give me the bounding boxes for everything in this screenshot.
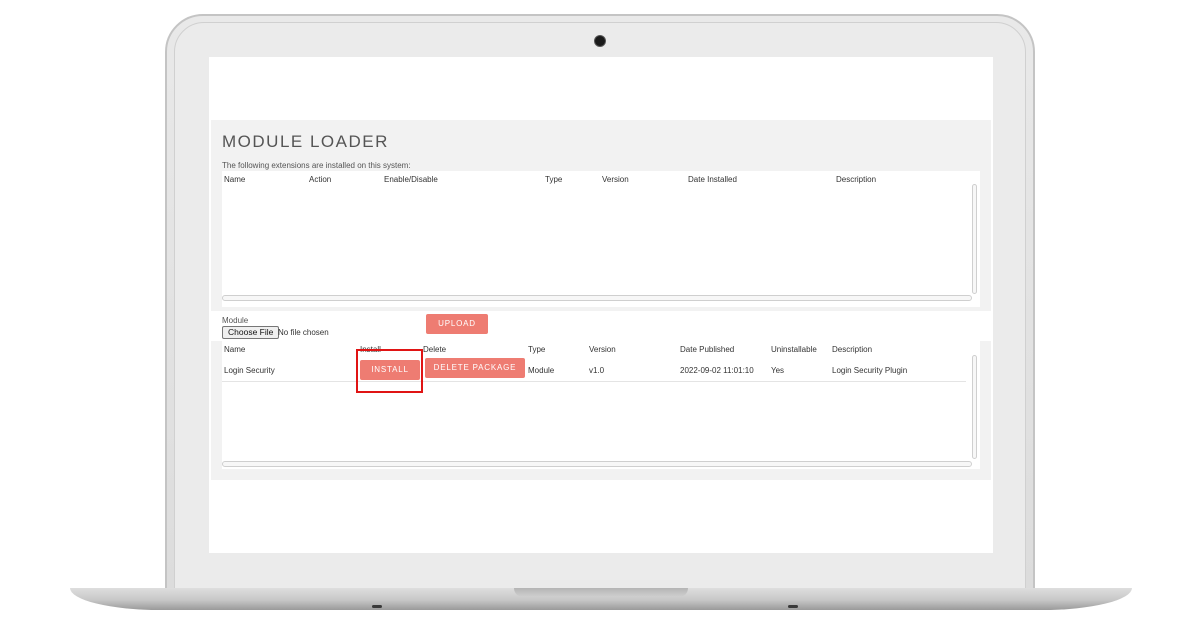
- column-header-version: Version: [602, 175, 629, 184]
- vertical-scrollbar[interactable]: [972, 355, 977, 459]
- package-uninstallable: Yes: [771, 366, 785, 375]
- package-name: Login Security: [224, 366, 275, 375]
- column-header-description: Description: [836, 175, 877, 184]
- horizontal-scrollbar[interactable]: [222, 295, 972, 301]
- column-header-uninstallable: Uninstallable: [771, 345, 817, 354]
- column-header-date-published: Date Published: [680, 345, 735, 354]
- column-header-version: Version: [589, 345, 616, 354]
- package-date-published: 2022-09-02 11:01:10: [680, 366, 754, 375]
- column-header-name: Name: [224, 345, 246, 354]
- package-type: Module: [528, 366, 555, 375]
- upload-form: Module Choose File No file chosen UPLOAD: [211, 311, 991, 341]
- column-header-type: Type: [545, 175, 563, 184]
- choose-file-button[interactable]: Choose File: [222, 326, 280, 339]
- module-loader-panel: MODULE LOADER The following extensions a…: [211, 120, 991, 480]
- packages-table: Name Install Delete Type Version Date Pu…: [222, 341, 980, 469]
- package-description: Login Security Plugin: [832, 366, 908, 375]
- camera-icon: [594, 35, 606, 47]
- laptop-screen: MODULE LOADER The following extensions a…: [209, 57, 993, 553]
- file-status-text: No file chosen: [278, 328, 329, 337]
- page-title: MODULE LOADER: [222, 132, 389, 151]
- column-header-action: Action: [309, 175, 332, 184]
- installed-extensions-table: Name Action Enable/Disable Type Version …: [222, 171, 980, 307]
- installed-extensions-caption: The following extensions are installed o…: [222, 161, 411, 170]
- laptop-hinge-notch: [514, 588, 688, 597]
- laptop-foot-left: [372, 605, 382, 608]
- package-version: v1.0: [589, 366, 605, 375]
- upload-button[interactable]: UPLOAD: [426, 314, 488, 334]
- column-header-name: Name: [224, 175, 246, 184]
- column-header-delete: Delete: [423, 345, 447, 354]
- column-header-enable-disable: Enable/Disable: [384, 175, 438, 184]
- install-highlight-box: [356, 349, 423, 393]
- row-divider: [222, 381, 966, 382]
- delete-package-button[interactable]: DELETE PACKAGE: [425, 358, 525, 378]
- laptop-foot-right: [788, 605, 798, 608]
- column-header-type: Type: [528, 345, 546, 354]
- column-header-date-installed: Date Installed: [688, 175, 737, 184]
- module-field-label: Module: [222, 316, 249, 325]
- column-header-description: Description: [832, 345, 873, 354]
- vertical-scrollbar[interactable]: [972, 184, 977, 294]
- horizontal-scrollbar[interactable]: [222, 461, 972, 467]
